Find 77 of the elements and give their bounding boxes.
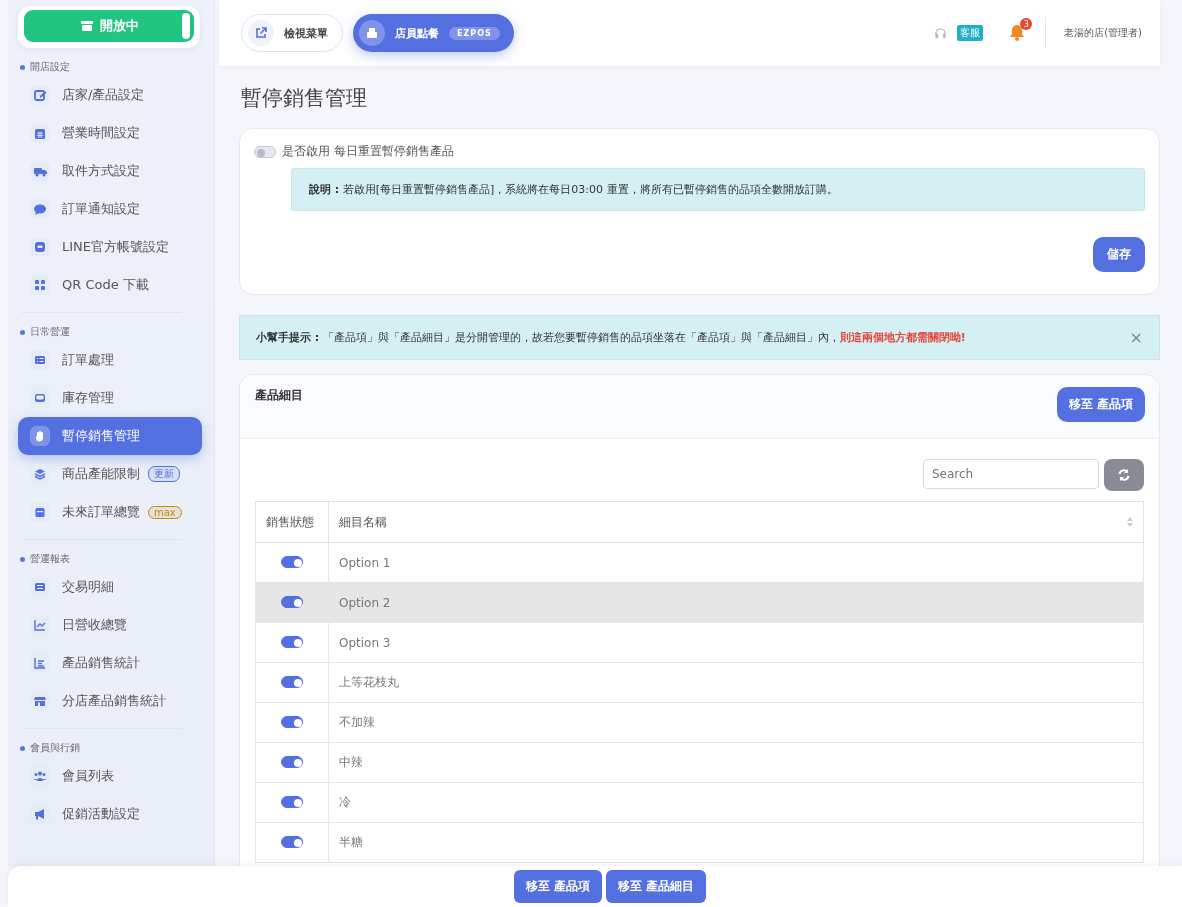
section-label: 日常營運 xyxy=(30,325,70,339)
table-cell: Option 2 xyxy=(328,582,1144,623)
info-note: 說明 : 若啟用[每日重置暫停銷售產品]，系統將在每日03:00 重置，將所有已暫停銷售的品項全數開放訂購。 xyxy=(291,168,1145,211)
table-cell: Option 1 xyxy=(328,542,1144,583)
move-button[interactable]: 移至 產品項 xyxy=(1056,387,1145,422)
sidebar-item[interactable]: 商品產能限制 更新 xyxy=(18,455,202,493)
view-menu-button[interactable]: 檢視菜單 xyxy=(241,14,343,52)
item-badge: 更新 xyxy=(148,466,180,482)
layers-icon xyxy=(33,467,47,481)
item-badge: max xyxy=(148,505,182,519)
page-title: 暫停銷售管理 xyxy=(241,85,368,112)
toggle-switch[interactable] xyxy=(281,675,303,688)
section-label: 營運報表 xyxy=(30,552,70,566)
sidebar-item[interactable]: 分店產品銷售統計 xyxy=(18,682,202,720)
tip-text: 小幫手提示 : 「產品項」與「產品細目」是分開管理的，故若您要暫停銷售的品項坐落在「產品項」與「產品細目」內，則這兩個地方都需關閉呦! xyxy=(256,330,966,345)
table-cell: 上等花枝丸 xyxy=(328,662,1144,703)
table-cell: 不加辣 xyxy=(328,702,1144,743)
table-cell: 中辣 xyxy=(328,742,1144,783)
toggle-switch[interactable] xyxy=(281,795,303,808)
sidebar-item[interactable]: QR Code 下載 xyxy=(18,266,202,304)
toggle-switch[interactable] xyxy=(281,715,303,728)
sidebar-item[interactable]: 暫停銷售管理 xyxy=(18,417,202,455)
save-button[interactable]: 儲存 xyxy=(1093,237,1145,272)
chat-icon xyxy=(33,202,47,216)
section-label: 會員與行銷 xyxy=(30,741,80,755)
message-icon xyxy=(33,240,47,254)
sidebar-item[interactable]: 未來訂單總覽 max xyxy=(18,493,202,531)
external-link-icon xyxy=(255,27,267,39)
headset-icon xyxy=(934,26,948,40)
sidebar-item[interactable]: 營業時間設定 xyxy=(18,114,202,152)
column-header: 銷售狀態 xyxy=(255,501,329,543)
sidebar-item[interactable]: LINE官方帳號設定 xyxy=(18,228,202,266)
line-chart-icon xyxy=(33,618,47,632)
sidebar-item[interactable]: 訂單處理 xyxy=(18,341,202,379)
toggle-label: 是否啟用 每日重置暫停銷售產品 xyxy=(282,143,454,160)
user-name[interactable]: 老湯的店(管理者) xyxy=(1064,26,1142,40)
sidebar-item[interactable]: 店家/產品設定 xyxy=(18,76,202,114)
megaphone-icon xyxy=(33,807,47,821)
column-header[interactable]: 細目名稱 xyxy=(328,501,1144,543)
move-button[interactable]: 移至 產品細目 xyxy=(606,870,707,903)
staff-order-button[interactable]: 店員點餐 EZPOS xyxy=(353,14,514,52)
refresh-button[interactable] xyxy=(1104,459,1144,491)
section-label: 開店設定 xyxy=(30,60,70,74)
sidebar-item[interactable]: 產品銷售統計 xyxy=(18,644,202,682)
qr-code-icon xyxy=(33,278,47,292)
toggle-switch[interactable] xyxy=(281,835,303,848)
sort-icon xyxy=(1127,516,1133,528)
sidebar-item[interactable]: 促銷活動設定 xyxy=(18,795,202,833)
users-icon xyxy=(33,769,47,783)
notification-count: 3 xyxy=(1020,18,1033,30)
bell-icon[interactable] xyxy=(1009,24,1026,41)
search-field[interactable]: Search xyxy=(923,459,1099,489)
toggle-switch[interactable] xyxy=(254,145,276,158)
table-cell: Option 3 xyxy=(328,622,1144,663)
sidebar-item[interactable]: 交易明細 xyxy=(18,568,202,606)
toggle-switch[interactable] xyxy=(281,555,303,568)
bar-chart-icon xyxy=(33,656,47,670)
move-button[interactable]: 移至 產品項 xyxy=(513,870,602,903)
table-cell: 半糖 xyxy=(328,822,1144,863)
shop-icon xyxy=(33,694,47,708)
table-cell: 冷 xyxy=(328,782,1144,823)
list-icon xyxy=(33,353,47,367)
sidebar-item[interactable]: 取件方式設定 xyxy=(18,152,202,190)
sidebar-item[interactable]: 庫存管理 xyxy=(18,379,202,417)
toggle-switch[interactable] xyxy=(281,635,303,648)
table-icon xyxy=(33,580,47,594)
sidebar-item[interactable]: 日營收總覽 xyxy=(18,606,202,644)
card-title: 產品細目 xyxy=(255,387,303,404)
shop-icon xyxy=(79,20,94,32)
toggle-switch[interactable] xyxy=(281,595,303,608)
sidebar-item[interactable]: 會員列表 xyxy=(18,757,202,795)
sidebar-item[interactable]: 訂單通知設定 xyxy=(18,190,202,228)
ezpos-badge: EZPOS xyxy=(449,26,500,40)
inbox-icon xyxy=(33,391,47,405)
toggle-switch[interactable] xyxy=(281,755,303,768)
refresh-icon xyxy=(1117,468,1131,482)
edit-icon xyxy=(33,88,47,102)
